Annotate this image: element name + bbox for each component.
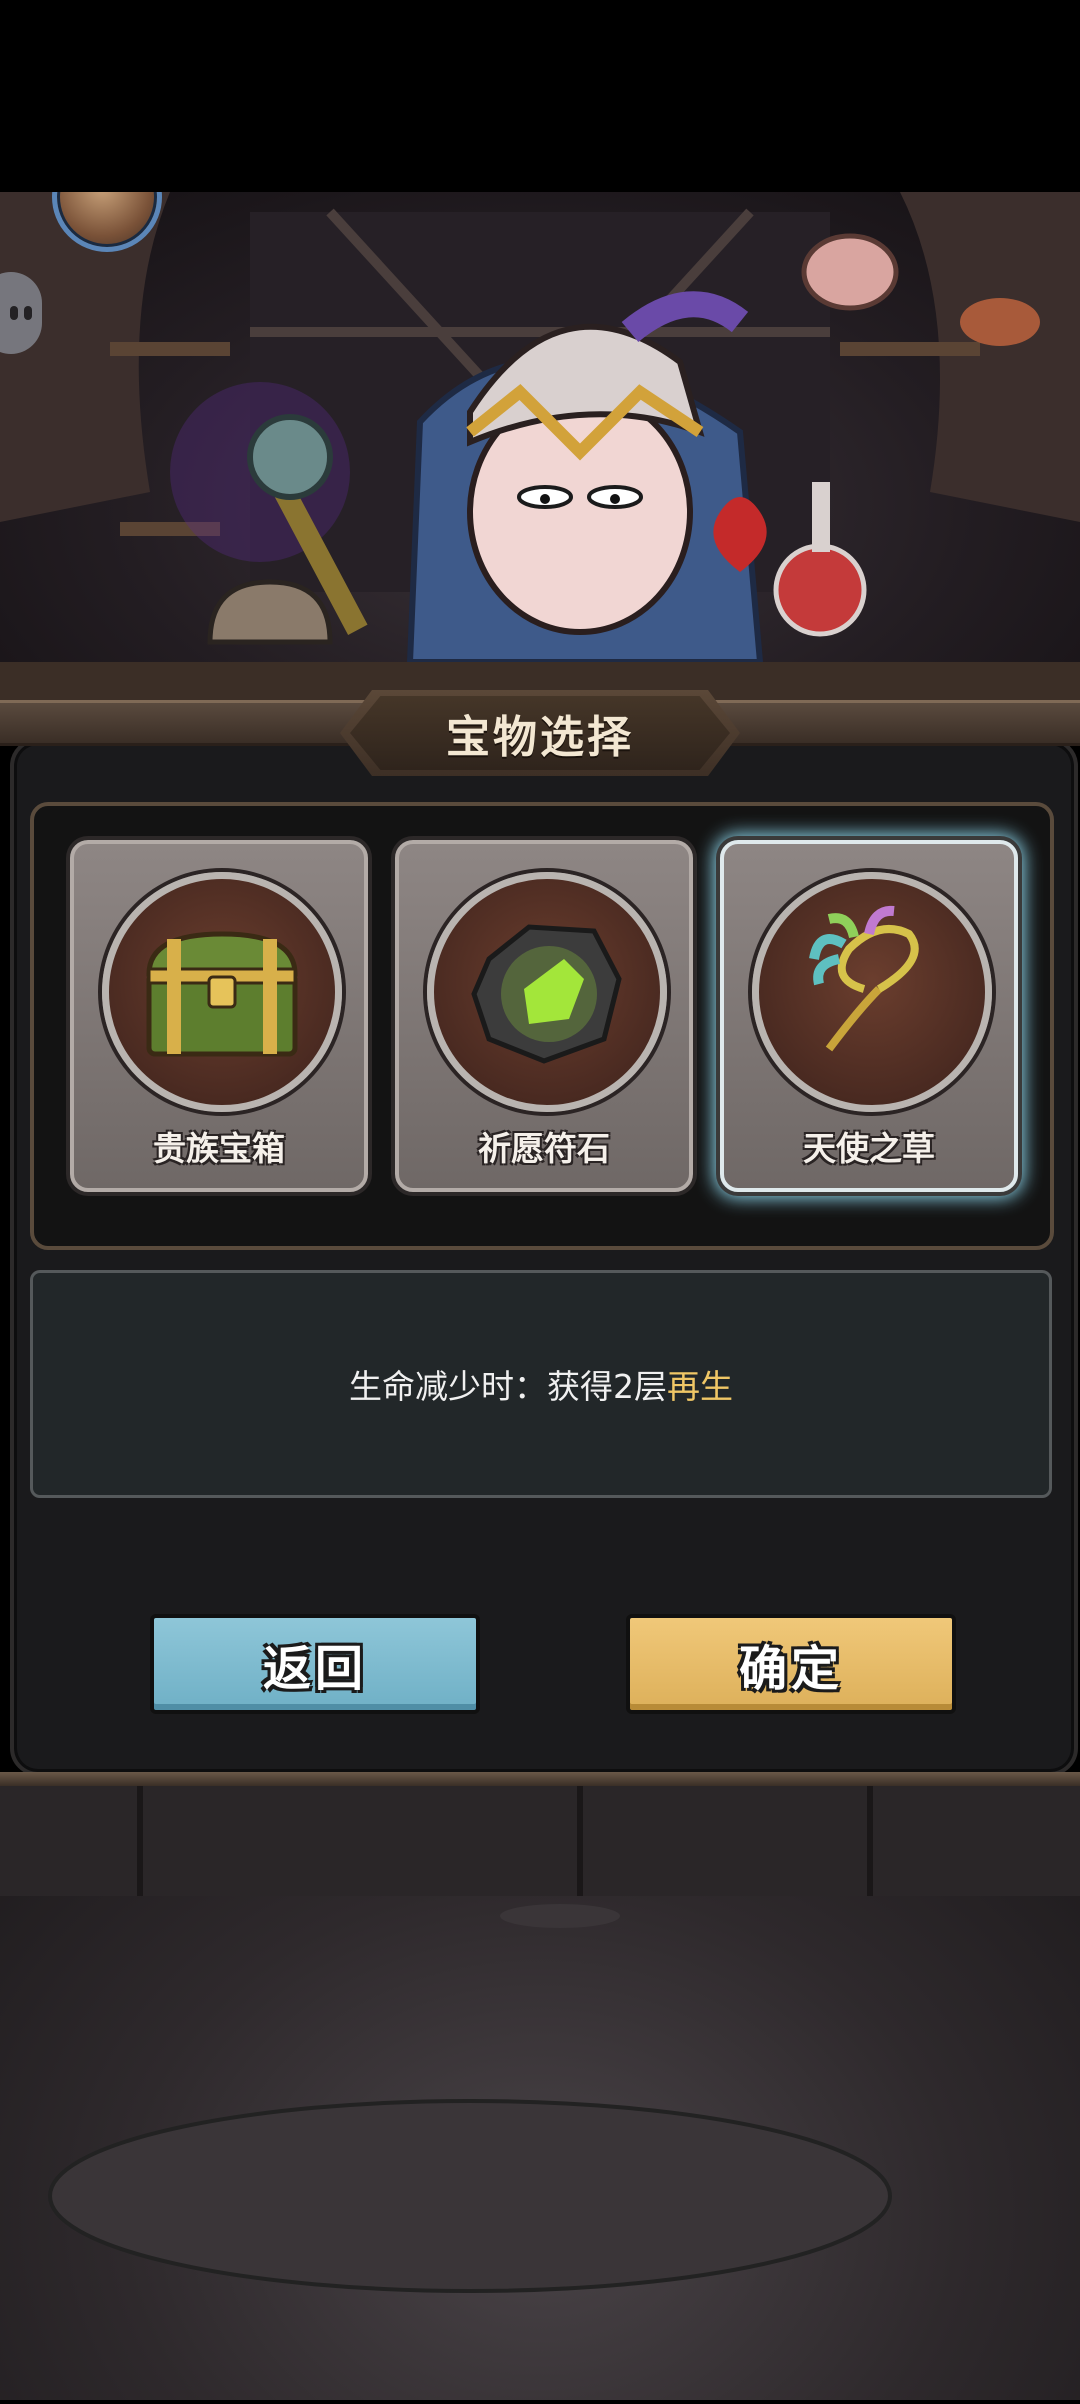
glowing-rune-stone-icon (471, 924, 622, 1064)
angel-herb-icon (809, 905, 919, 1052)
description-keyword-highlight: 再生 (667, 1367, 733, 1406)
treasure-card-wish-rune-stone[interactable]: 祈愿符石 (395, 840, 693, 1192)
treasure-chest-icon (146, 931, 298, 1057)
description-text: 生命减少时：获得2层 (349, 1367, 667, 1406)
treasure-card-disc (752, 872, 992, 1112)
floating-assistant-icon[interactable] (0, 272, 42, 354)
status-bar (0, 0, 1080, 192)
treasure-name: 天使之草 (803, 1129, 935, 1168)
treasure-card-disc (427, 872, 667, 1112)
treasure-name: 贵族宝箱 (153, 1129, 285, 1168)
treasure-description: 生命减少时：获得2层 再生 (30, 1270, 1052, 1498)
treasure-name: 祈愿符石 (478, 1129, 610, 1168)
treasure-card-disc (102, 872, 342, 1112)
floor-art (0, 1786, 1080, 2293)
back-button[interactable]: 返回 (150, 1614, 480, 1714)
panel-bottom-rail (0, 1772, 1080, 1786)
confirm-button[interactable]: 确定 (626, 1614, 956, 1714)
panel-title: 宝物选择 (446, 712, 634, 763)
treasure-card-angel-herb[interactable]: 天使之草 (720, 840, 1018, 1192)
dungeon-floor-background (0, 1786, 1080, 2400)
shop-background-art (0, 192, 1080, 712)
treasure-card-noble-chest[interactable]: 贵族宝箱 (70, 840, 368, 1192)
shop-scene (0, 192, 1080, 712)
